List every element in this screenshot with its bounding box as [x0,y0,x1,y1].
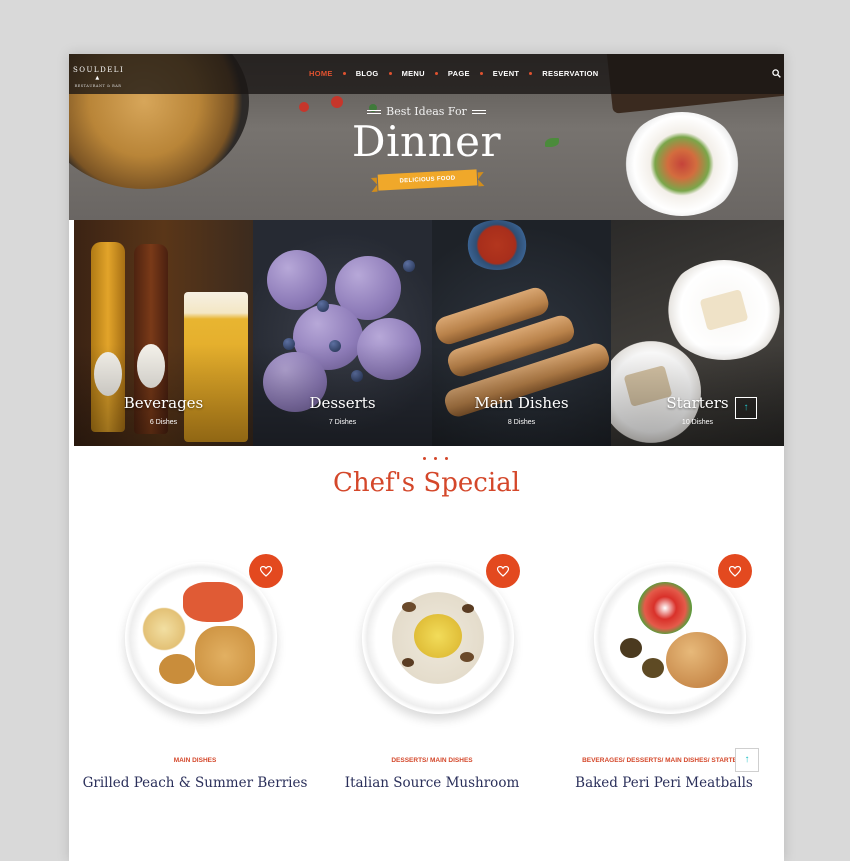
nav-item-menu[interactable]: MENU [402,69,425,78]
main-menu: HOME BLOG MENU PAGE EVENT RESERVATION [309,69,599,78]
hero-ribbon: DELICIOUS FOOD [377,169,478,191]
card-overlay [432,220,611,446]
nav-separator [388,72,392,75]
hero-banner: SOULDELI ▲ RESTAURANT & BAR HOME BLOG ME… [69,54,784,220]
risotto [414,614,462,658]
category-card-main-dishes[interactable]: Main Dishes 8 Dishes [432,220,611,446]
fried-fish [195,626,255,686]
dish-name[interactable]: Italian Source Mushroom [312,775,552,791]
logo-subtitle: RESTAURANT & BAR [74,84,122,88]
dish-card[interactable]: DESSERTS/ MAIN DISHES Italian Source Mus… [312,554,552,814]
nav-separator [434,72,438,75]
hero-title: Dinner [351,117,502,166]
dish-name[interactable]: Grilled Peach & Summer Berries [75,775,315,791]
crown-icon: ▲ [95,75,101,81]
section-title: Chef's Special [333,468,520,498]
favorite-button[interactable] [249,554,283,588]
category-name: Desserts [309,394,376,412]
heart-icon [260,565,272,577]
nav-item-reservation[interactable]: RESERVATION [542,69,598,78]
mushroom [402,658,414,667]
mushroom [460,652,474,662]
potato [159,654,195,684]
nav-item-event[interactable]: EVENT [493,69,520,78]
hero-ribbon-text: DELICIOUS FOOD [399,175,456,185]
dish-card[interactable]: MAIN DISHES Grilled Peach & Summer Berri… [75,554,315,814]
dish-plate-image [594,562,746,714]
nav-separator [529,72,533,75]
search-icon[interactable] [772,69,781,78]
dish-card[interactable]: BEVERAGES/ DESSERTS/ MAIN DISHES/ STARTE… [544,554,784,814]
meatball [620,638,642,658]
arrow-up-icon: ↑ [744,754,750,765]
dish-category[interactable]: MAIN DISHES [75,757,315,764]
nav-separator [479,72,483,75]
nav-item-blog[interactable]: BLOG [356,69,379,78]
nav-separator [342,72,346,75]
kicker-dash-right [471,110,486,114]
favorite-button[interactable] [718,554,752,588]
category-count: 6 Dishes [149,419,178,426]
category-card-starters[interactable]: Starters 10 Dishes [611,220,784,446]
heart-icon [497,565,509,577]
bun [666,632,728,688]
category-grid: Beverages 6 Dishes Desserts 7 Dishes Mai… [74,220,784,446]
arrow-up-icon[interactable]: ↑ [735,397,757,419]
mushroom [462,604,474,613]
sauce-bowl [139,606,189,652]
nav-item-home[interactable]: HOME [309,69,333,78]
heart-icon [729,565,741,577]
category-name: Beverages [123,394,204,412]
favorite-button[interactable] [486,554,520,588]
category-card-desserts[interactable]: Desserts 7 Dishes [253,220,432,446]
section-dots [419,457,452,460]
card-overlay [253,220,432,446]
brand-logo[interactable]: SOULDELI ▲ RESTAURANT & BAR [73,66,123,88]
category-card-beverages[interactable]: Beverages 6 Dishes [74,220,253,446]
dish-name[interactable]: Baked Peri Peri Meatballs [544,775,784,791]
category-name: Starters [666,394,729,412]
meatball [642,658,664,678]
tomato-salad [638,582,692,634]
top-navigation: SOULDELI ▲ RESTAURANT & BAR HOME BLOG ME… [69,54,784,94]
mushroom [402,602,416,612]
page-frame: SOULDELI ▲ RESTAURANT & BAR HOME BLOG ME… [69,54,784,861]
dish-plate-image [125,562,277,714]
dish-category[interactable]: DESSERTS/ MAIN DISHES [312,757,552,764]
category-count: 7 Dishes [328,419,357,426]
kicker-dash-left [367,110,382,114]
shrimp [183,582,243,622]
category-count: 10 Dishes [681,419,714,426]
nav-item-page[interactable]: PAGE [448,69,470,78]
category-name: Main Dishes [474,394,569,412]
card-overlay [611,220,784,446]
logo-name: SOULDELI [73,66,125,74]
back-to-top-button[interactable]: ↑ [735,748,759,772]
category-count: 8 Dishes [507,419,536,426]
dish-plate-image [362,562,514,714]
card-overlay [74,220,253,446]
